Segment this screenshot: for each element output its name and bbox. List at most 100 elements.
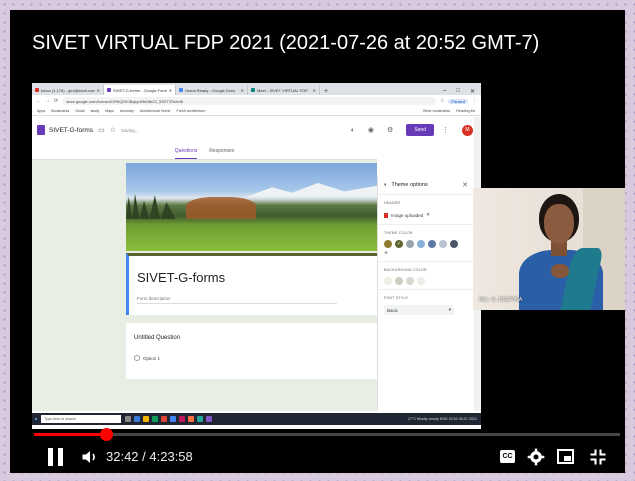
powerpoint-icon[interactable]: [188, 416, 195, 422]
bookmark-item[interactable]: Fresh architecture: [177, 109, 206, 113]
menu-kebab-icon[interactable]: ⋮: [472, 98, 481, 104]
more-icon[interactable]: ⋮: [442, 126, 449, 134]
theme-color-swatch[interactable]: [417, 240, 425, 248]
header-image-chip[interactable]: Image uploaded ✕: [384, 210, 468, 220]
bookmark-item[interactable]: Maps: [105, 109, 114, 113]
duration: 4:23:58: [149, 449, 193, 464]
scrubber-handle[interactable]: [100, 428, 114, 441]
miniplayer-icon: [564, 456, 571, 461]
background-color-swatch[interactable]: [395, 277, 403, 285]
new-tab-button[interactable]: +: [320, 88, 332, 95]
exit-fullscreen-button[interactable]: [588, 447, 608, 467]
question-card[interactable]: Untitled Question Option 1: [126, 323, 377, 379]
pause-button[interactable]: [48, 448, 64, 466]
background-color-swatch[interactable]: [406, 277, 414, 285]
presenter-name-tag: Mrs. G. DEEPIKA: [479, 297, 523, 303]
bookmark-item[interactable]: Reading list: [456, 109, 481, 113]
background-color-swatch[interactable]: [417, 277, 425, 285]
back-icon[interactable]: ←: [36, 98, 41, 104]
edge-icon[interactable]: [134, 416, 141, 422]
avatar[interactable]: M: [462, 124, 473, 136]
close-icon[interactable]: ✕: [462, 181, 468, 189]
video-player[interactable]: SIVET VIRTUAL FDP 2021 (2021-07-26 at 20…: [10, 10, 625, 473]
settings-button[interactable]: [526, 447, 546, 467]
browser-tab-gmail[interactable]: Inbox (1,176) - gen@sivet.com ✕: [32, 85, 104, 95]
closed-captions-button[interactable]: CC: [500, 450, 515, 463]
send-button[interactable]: Send: [406, 124, 434, 136]
forms-header: SIVET-G-forms ▭ ☆ Saving... ◐ ◉ ⚙ Send ⋮…: [32, 117, 481, 143]
bookmark-item[interactable]: Apps: [37, 109, 45, 113]
taskbar-search[interactable]: Type here to search: [41, 415, 122, 423]
star-icon[interactable]: ☆: [440, 98, 444, 104]
browser-tab-bar: Inbox (1,176) - gen@sivet.com ✕ SIVET-G-f…: [32, 83, 481, 95]
meet-taskbar-icon[interactable]: [197, 416, 204, 422]
doc-title[interactable]: SIVET-G-forms: [49, 127, 93, 134]
meet-icon: [251, 88, 255, 92]
theme-color-swatch[interactable]: [428, 240, 436, 248]
question-title[interactable]: Untitled Question: [134, 335, 180, 341]
taskview-icon[interactable]: [125, 416, 132, 422]
forward-icon[interactable]: →: [45, 98, 50, 104]
excel-icon[interactable]: [152, 416, 159, 422]
palette-icon[interactable]: ◐: [351, 127, 355, 134]
chevron-down-icon: ▾: [448, 307, 451, 312]
windows-taskbar: ■ Type here to search 27°C Mostly cloudy…: [32, 413, 481, 425]
tab-responses[interactable]: Responses: [209, 143, 234, 159]
bookmark-item[interactable]: Ancestry: [120, 109, 134, 113]
theme-color-swatch[interactable]: [384, 240, 392, 248]
remove-icon[interactable]: ✕: [426, 212, 430, 218]
progress-bar[interactable]: [34, 428, 620, 441]
browser-tab-forms[interactable]: SIVET-G-forms - Google Forms ✕: [104, 85, 176, 95]
url-field[interactable]: docs.google.com/forms/d/1R5Q0V0Bqkyn0hK8…: [62, 97, 436, 105]
theme-color-swatch[interactable]: [439, 240, 447, 248]
option-label[interactable]: Option 1: [143, 356, 160, 361]
form-title[interactable]: SIVET-G-forms: [137, 270, 225, 285]
theme-color-swatch[interactable]: [406, 240, 414, 248]
add-color-icon[interactable]: +: [384, 250, 468, 257]
font-style-label: FONT STYLE: [384, 296, 409, 300]
close-window-button[interactable]: ✕: [470, 88, 475, 95]
bookmark-item[interactable]: Architectural Home: [140, 109, 171, 113]
bookmarks-bar: Apps Bookmarks Gmail study Maps Ancestry…: [32, 107, 481, 116]
tab-questions[interactable]: Questions: [174, 143, 198, 159]
form-description[interactable]: Form description: [137, 296, 337, 304]
settings-icon[interactable]: ⚙: [387, 126, 393, 134]
chrome-icon[interactable]: [161, 416, 168, 422]
bookmark-item[interactable]: Gmail: [75, 109, 84, 113]
form-title-card[interactable]: SIVET-G-forms Form description: [126, 253, 377, 315]
theme-color-swatch[interactable]: ✓: [395, 240, 403, 248]
background-swatches: ✓: [384, 277, 464, 285]
browser-tab-meet[interactable]: Meet - SIVET VIRTUAL FDP ✕: [248, 85, 320, 95]
teams-icon[interactable]: [206, 416, 213, 422]
profile-paused-badge[interactable]: Paused: [448, 98, 468, 104]
bookmark-item[interactable]: Bookmarks: [51, 109, 69, 113]
fullscreen-exit-icon: [590, 449, 606, 465]
reload-icon[interactable]: ⟳: [54, 98, 58, 104]
app-icon[interactable]: [179, 416, 186, 422]
minimize-button[interactable]: –: [443, 88, 446, 95]
screen-share: Inbox (1,176) - gen@sivet.com ✕ SIVET-G-f…: [32, 83, 481, 429]
preview-eye-icon[interactable]: ◉: [368, 126, 374, 134]
maximize-button[interactable]: □: [456, 88, 460, 95]
explorer-icon[interactable]: [143, 416, 150, 422]
option-row[interactable]: Option 1: [134, 355, 160, 361]
word-icon[interactable]: [170, 416, 177, 422]
forms-icon: [107, 88, 111, 92]
bookmark-item[interactable]: study: [91, 109, 100, 113]
miniplayer-button[interactable]: [557, 449, 574, 464]
bookmark-item[interactable]: Other bookmarks: [423, 109, 451, 113]
theme-color-swatch[interactable]: [450, 240, 458, 248]
windows-start-icon[interactable]: ■: [35, 417, 37, 421]
font-style-dropdown[interactable]: Basic ▾: [384, 305, 454, 315]
mute-button[interactable]: [80, 447, 100, 467]
font-style-value: Basic: [387, 307, 399, 313]
image-file-icon: [384, 212, 388, 218]
current-time: 32:42: [106, 449, 139, 464]
star-icon[interactable]: ☆: [110, 126, 116, 134]
gmail-icon: [35, 88, 39, 92]
background-color-swatch[interactable]: ✓: [384, 277, 392, 285]
header-image: [126, 163, 377, 251]
background-color-section: BACKGROUND COLOR ✓: [378, 262, 474, 290]
browser-tab-docs[interactable]: Huma Ready - Google Docs ✕: [176, 85, 248, 95]
folder-icon[interactable]: ▭: [98, 126, 105, 134]
